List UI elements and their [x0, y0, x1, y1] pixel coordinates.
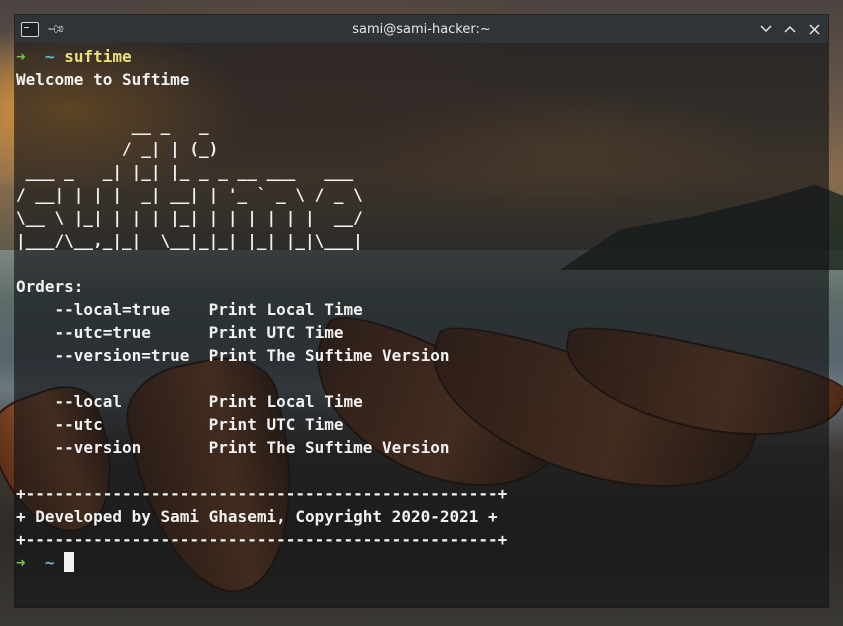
ascii-art-line: / _| | (_): [16, 139, 219, 158]
ascii-art-line: ___ _ _| |_| |_ _ _ __ ___ ___: [16, 162, 354, 181]
close-icon[interactable]: [808, 23, 820, 35]
terminal-window[interactable]: 📌︎ sami@sami-hacker:~ ➜ ~ suftime Welcom…: [15, 15, 828, 607]
footer-credit: + Developed by Sami Ghasemi, Copyright 2…: [16, 507, 498, 526]
prompt-directory: ~: [44, 553, 55, 572]
order-flag: --utc=true: [16, 323, 209, 342]
order-flag: --utc: [16, 415, 209, 434]
order-description: Print UTC Time: [208, 323, 344, 342]
desktop-wallpaper: 📌︎ sami@sami-hacker:~ ➜ ~ suftime Welcom…: [0, 0, 843, 626]
order-flag: --version: [16, 438, 209, 457]
order-flag: --local=true: [16, 300, 209, 319]
footer-border-bottom: +---------------------------------------…: [16, 530, 508, 549]
order-description: Print The Suftime Version: [208, 346, 450, 365]
order-description: Print The Suftime Version: [208, 438, 450, 457]
order-row: --local=true Print Local Time: [16, 298, 827, 321]
order-row: --version=true Print The Suftime Version: [16, 344, 827, 367]
footer-border-top: +---------------------------------------…: [16, 484, 508, 503]
ascii-art-line: |___/\__,_|_| \__|_|_| |_| |_|\___|: [16, 231, 363, 250]
terminal-icon[interactable]: [21, 21, 39, 37]
order-row: --utc=true Print UTC Time: [16, 321, 827, 344]
terminal-output[interactable]: ➜ ~ suftime Welcome to Suftime __ _ _ / …: [15, 43, 828, 607]
pin-icon[interactable]: 📌︎: [46, 19, 67, 40]
ascii-art-line: / __| | | | _| __| | '_ ` _ \ / _ \: [16, 185, 363, 204]
orders-heading: Orders:: [16, 277, 84, 296]
welcome-text: Welcome to Suftime: [16, 70, 190, 89]
active-prompt-line[interactable]: ➜ ~: [16, 551, 827, 574]
order-description: Print UTC Time: [208, 415, 344, 434]
typed-command: suftime: [64, 47, 132, 66]
chevron-up-icon[interactable]: [784, 23, 796, 35]
text-cursor[interactable]: [64, 552, 75, 572]
prompt-arrow: ➜: [16, 47, 26, 66]
prompt-directory: ~: [44, 47, 55, 66]
order-row: --local Print Local Time: [16, 390, 827, 413]
window-title: sami@sami-hacker:~: [352, 21, 491, 37]
ascii-art-line: __ _ _: [16, 116, 209, 135]
ascii-art-line: \__ \ |_| | | | |_| | | | | | | __/: [16, 208, 363, 227]
order-description: Print Local Time: [208, 392, 363, 411]
prompt-arrow: ➜: [16, 553, 26, 572]
order-flag: --local: [16, 392, 209, 411]
chevron-down-icon[interactable]: [760, 23, 772, 35]
order-row: --version Print The Suftime Version: [16, 436, 827, 459]
order-description: Print Local Time: [208, 300, 363, 319]
title-bar[interactable]: 📌︎ sami@sami-hacker:~: [15, 15, 828, 43]
order-flag: --version=true: [16, 346, 209, 365]
prompt-line: ➜ ~ suftime: [16, 45, 827, 68]
order-row: --utc Print UTC Time: [16, 413, 827, 436]
